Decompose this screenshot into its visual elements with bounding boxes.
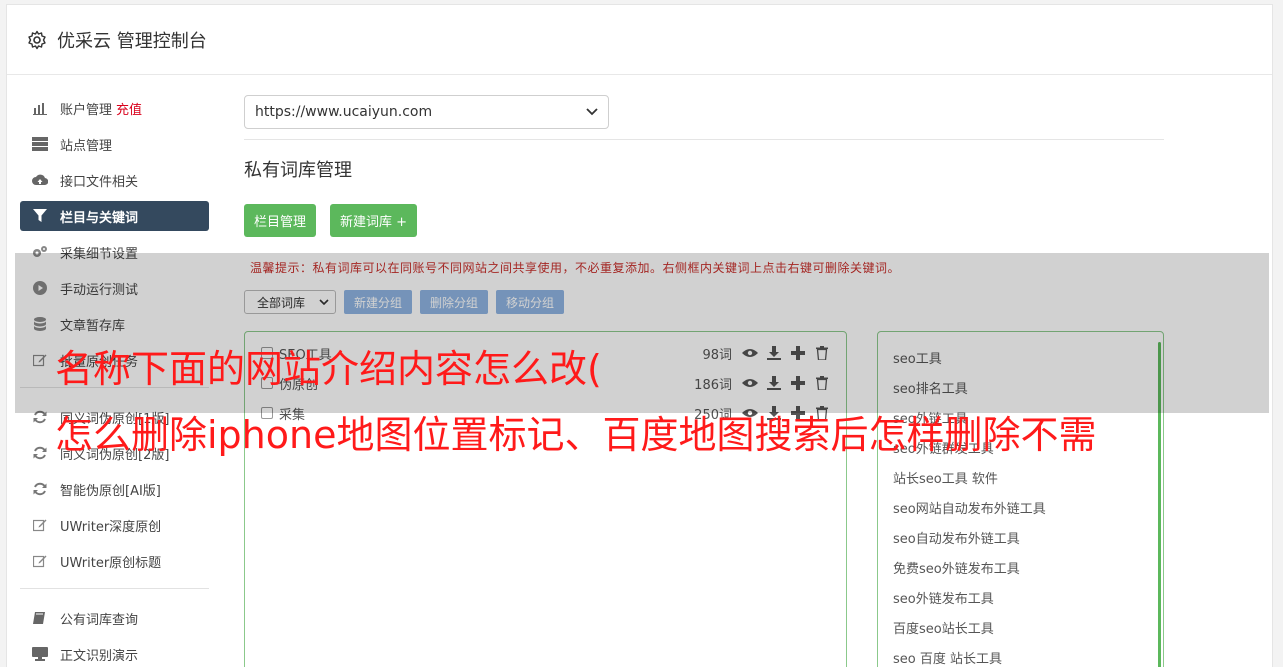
sidebar-item-label: 正文识别演示	[60, 648, 139, 664]
sidebar-item-smart-ai[interactable]: 智能伪原创[AI版]	[20, 474, 209, 504]
keyword-item[interactable]: 免费seo外链发布工具	[878, 552, 1163, 582]
bar-chart-icon	[32, 100, 48, 116]
cloud-upload-icon	[32, 172, 48, 188]
chevron-down-icon	[586, 108, 598, 116]
sidebar-item-columns-keywords[interactable]: 栏目与关键词	[20, 201, 209, 231]
recharge-link[interactable]: 充值	[116, 99, 142, 118]
site-select-value: https://www.ucaiyun.com	[255, 104, 433, 120]
sidebar-item-label: 账户管理	[60, 102, 113, 118]
column-manage-button[interactable]: 栏目管理	[244, 204, 317, 237]
page-header: 优采云 管理控制台	[7, 5, 1272, 75]
gear-icon	[28, 30, 46, 49]
overlay-title-line2: 怎么删除iphone地图位置标记、百度地图搜索后怎样删除不需	[55, 413, 1097, 457]
site-select[interactable]: https://www.ucaiyun.com	[244, 95, 609, 129]
keyword-item[interactable]: 站长seo工具 软件	[878, 462, 1163, 492]
sidebar-divider	[20, 588, 209, 589]
action-buttons: 栏目管理 新建词库 +	[244, 204, 1164, 237]
section-title: 私有词库管理	[244, 160, 352, 181]
sidebar-item-interface-files[interactable]: 接口文件相关	[20, 165, 209, 195]
sidebar-item-label: 栏目与关键词	[60, 210, 139, 226]
sidebar-item-label: 站点管理	[60, 138, 113, 154]
sidebar-item-label: 公有词库查询	[60, 612, 139, 628]
book-icon	[32, 610, 48, 626]
section-divider	[244, 139, 1164, 140]
server-icon	[32, 136, 48, 152]
keyword-item[interactable]: seo 百度 站长工具	[878, 642, 1163, 667]
page-title: 优采云 管理控制台	[57, 30, 207, 52]
sidebar-item-uwriter-deep[interactable]: UWriter深度原创	[20, 510, 209, 540]
sidebar-item-uwriter-title[interactable]: UWriter原创标题	[20, 546, 209, 576]
refresh-icon	[32, 481, 48, 497]
edit-icon	[32, 553, 48, 569]
sidebar-item-account[interactable]: 账户管理 充值	[20, 93, 209, 123]
refresh-icon	[32, 445, 48, 461]
keyword-item[interactable]: 百度seo站长工具	[878, 612, 1163, 642]
new-lexicon-button[interactable]: 新建词库 +	[330, 204, 418, 237]
sidebar-item-label: UWriter原创标题	[60, 555, 162, 571]
keyword-item[interactable]: seo自动发布外链工具	[878, 522, 1163, 552]
sidebar-item-text-recognition[interactable]: 正文识别演示	[20, 639, 209, 667]
keyword-item[interactable]: seo外链发布工具	[878, 582, 1163, 612]
sidebar-item-label: 智能伪原创[AI版]	[60, 483, 161, 499]
sidebar-item-public-lexicon[interactable]: 公有词库查询	[20, 603, 209, 633]
monitor-icon	[32, 646, 48, 662]
keyword-item[interactable]: seo网站自动发布外链工具	[878, 492, 1163, 522]
sidebar-item-label: UWriter深度原创	[60, 519, 162, 535]
sidebar-item-sites[interactable]: 站点管理	[20, 129, 209, 159]
filter-icon	[32, 208, 48, 224]
overlay-title-line1: 名称下面的网站介绍内容怎么改(	[55, 347, 602, 391]
edit-icon	[32, 517, 48, 533]
sidebar-item-label: 接口文件相关	[60, 174, 139, 190]
